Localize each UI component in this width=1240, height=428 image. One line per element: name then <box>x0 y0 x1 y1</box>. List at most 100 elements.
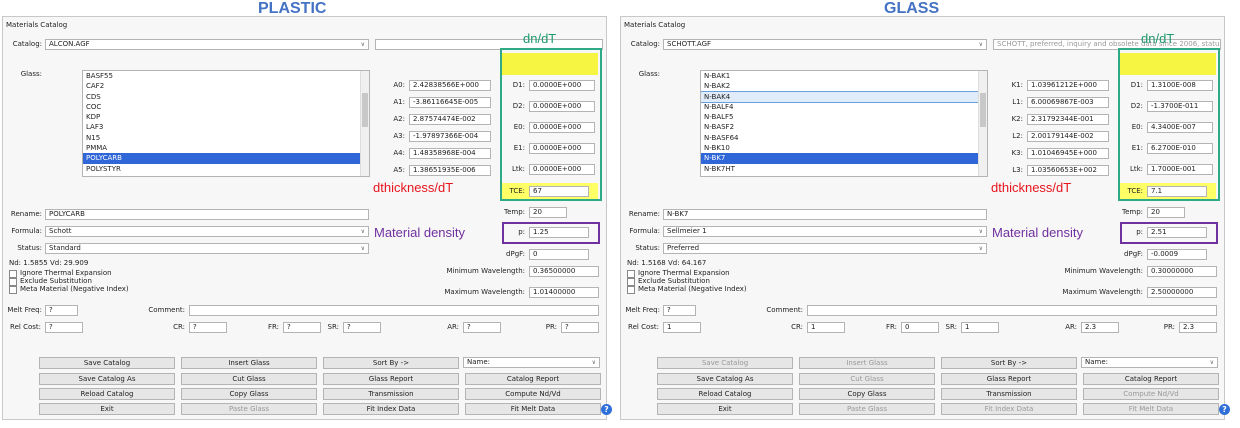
transmission-button[interactable]: Transmission <box>941 388 1077 400</box>
min-wavelength-field[interactable]: 0.36500000 <box>529 266 599 277</box>
save-catalog-as-button[interactable]: Save Catalog As <box>39 373 175 385</box>
option-checkbox[interactable] <box>627 278 635 286</box>
paste-glass-button[interactable]: Paste Glass <box>181 403 317 415</box>
rename-field[interactable]: POLYCARB <box>45 209 369 220</box>
coefficient-field[interactable]: -3.86116645E-005 <box>409 97 491 108</box>
formula-select[interactable]: Schott <box>45 226 369 237</box>
coefficient-field[interactable]: 1.48358968E-004 <box>409 148 491 159</box>
coefficient-field[interactable]: 2.31792344E-001 <box>1027 114 1109 125</box>
coefficient-field[interactable]: 6.00069867E-003 <box>1027 97 1109 108</box>
save-catalog-button[interactable]: Save Catalog <box>39 357 175 369</box>
glass-list-item[interactable]: CAF2 <box>83 81 369 91</box>
glass-list-item[interactable]: COC <box>83 102 369 112</box>
glass-list-item[interactable]: BASF55 <box>83 71 369 81</box>
density-field[interactable]: 2.51 <box>1147 227 1207 238</box>
fit-melt-data-button[interactable]: Fit Melt Data <box>465 403 601 415</box>
glass-list-item[interactable]: N-BASF2 <box>701 122 987 132</box>
fit-index-data-button[interactable]: Fit Index Data <box>323 403 459 415</box>
glass-report-button[interactable]: Glass Report <box>323 373 459 385</box>
option-checkbox[interactable] <box>9 286 17 294</box>
coefficient-field[interactable]: 2.87574474E-002 <box>409 114 491 125</box>
glass-list-item[interactable]: N-BK10 <box>701 143 987 153</box>
coefficient-field[interactable]: 1.01046945E+000 <box>1027 148 1109 159</box>
glass-list[interactable]: BASF55 CAF2 CDS COC KDP LAF3 N15 PMMA POLYCARB PO… <box>82 70 370 177</box>
coefficient-field[interactable]: 1.03560653E+002 <box>1027 165 1109 176</box>
melt-freq-field[interactable]: ? <box>663 305 696 316</box>
exit-button[interactable]: Exit <box>39 403 175 415</box>
save-catalog-as-button[interactable]: Save Catalog As <box>657 373 793 385</box>
glass-list-item[interactable]: POLYCARB <box>83 153 369 164</box>
transmission-button[interactable]: Transmission <box>323 388 459 400</box>
reload-catalog-button[interactable]: Reload Catalog <box>39 388 175 400</box>
sort-by-button[interactable]: Sort By -> <box>941 357 1077 369</box>
glass-list-item[interactable]: PMMA <box>83 143 369 153</box>
cost-field[interactable]: 1 <box>807 322 845 333</box>
glass-list-item[interactable]: N-BAK1 <box>701 71 987 81</box>
glass-list-item[interactable]: N-BAK4 <box>701 90 987 103</box>
copy-glass-button[interactable]: Copy Glass <box>799 388 935 400</box>
coefficient-field[interactable]: -1.97897366E-004 <box>409 131 491 142</box>
status-select[interactable]: Preferred <box>663 243 987 254</box>
sort-by-select[interactable]: Name: <box>1081 357 1218 368</box>
glass-list-item[interactable]: LAF3 <box>83 122 369 132</box>
glass-list-item[interactable]: POLYSTYR <box>83 164 369 174</box>
insert-glass-button[interactable]: Insert Glass <box>181 357 317 369</box>
dpgf-field[interactable]: -0.0009 <box>1147 249 1207 260</box>
glass-list-item[interactable]: N-BAK2 <box>701 81 987 91</box>
status-select[interactable]: Standard <box>45 243 369 254</box>
cost-field[interactable]: ? <box>343 322 381 333</box>
glass-list-item[interactable]: N-BALF4 <box>701 102 987 112</box>
sort-by-select[interactable]: Name: <box>463 357 600 368</box>
comment-field[interactable] <box>189 305 599 316</box>
cut-glass-button[interactable]: Cut Glass <box>181 373 317 385</box>
reload-catalog-button[interactable]: Reload Catalog <box>657 388 793 400</box>
cost-field[interactable]: ? <box>45 322 83 333</box>
dpgf-field[interactable]: 0 <box>529 249 589 260</box>
help-icon[interactable]: ? <box>601 404 612 415</box>
cost-field[interactable]: 2.3 <box>1081 322 1119 333</box>
density-field[interactable]: 1.25 <box>529 227 589 238</box>
fit-melt-data-button[interactable]: Fit Melt Data <box>1083 403 1219 415</box>
option-checkbox[interactable] <box>627 270 635 278</box>
coefficient-field[interactable]: 1.38651935E-006 <box>409 165 491 176</box>
option-checkbox[interactable] <box>627 286 635 294</box>
glass-list-scrollbar[interactable] <box>978 71 987 176</box>
catalog-select[interactable]: ALCON.AGF <box>45 39 369 50</box>
melt-freq-field[interactable]: ? <box>45 305 78 316</box>
catalog-select[interactable]: SCHOTT.AGF <box>663 39 987 50</box>
fit-index-data-button[interactable]: Fit Index Data <box>941 403 1077 415</box>
compute-nd-vd-button[interactable]: Compute Nd/Vd <box>1083 388 1219 400</box>
exit-button[interactable]: Exit <box>657 403 793 415</box>
option-checkbox[interactable] <box>9 270 17 278</box>
glass-list-item[interactable]: KDP <box>83 112 369 122</box>
coefficient-field[interactable]: 1.03961212E+000 <box>1027 80 1109 91</box>
cut-glass-button[interactable]: Cut Glass <box>799 373 935 385</box>
max-wavelength-field[interactable]: 2.50000000 <box>1147 287 1217 298</box>
cost-field[interactable]: ? <box>189 322 227 333</box>
glass-list-item[interactable]: N-BK7 <box>701 153 987 164</box>
insert-glass-button[interactable]: Insert Glass <box>799 357 935 369</box>
glass-list-item[interactable]: N15 <box>83 133 369 143</box>
glass-list-item[interactable]: CDS <box>83 92 369 102</box>
temp-field[interactable]: 20 <box>1147 207 1185 218</box>
sort-by-button[interactable]: Sort By -> <box>323 357 459 369</box>
cost-field[interactable]: 1 <box>961 322 999 333</box>
glass-list-item[interactable]: N-BASF64 <box>701 133 987 143</box>
option-checkbox[interactable] <box>9 278 17 286</box>
glass-list-item[interactable]: N-BK7HT <box>701 164 987 174</box>
temp-field[interactable]: 20 <box>529 207 567 218</box>
save-catalog-button[interactable]: Save Catalog <box>657 357 793 369</box>
glass-list-item[interactable]: N-BALF5 <box>701 112 987 122</box>
glass-list-scrollbar[interactable] <box>360 71 369 176</box>
rename-field[interactable]: N-BK7 <box>663 209 987 220</box>
cost-field[interactable]: ? <box>463 322 501 333</box>
formula-select[interactable]: Sellmeier 1 <box>663 226 987 237</box>
max-wavelength-field[interactable]: 1.01400000 <box>529 287 599 298</box>
cost-field[interactable]: 2.3 <box>1179 322 1217 333</box>
copy-glass-button[interactable]: Copy Glass <box>181 388 317 400</box>
paste-glass-button[interactable]: Paste Glass <box>799 403 935 415</box>
glass-list[interactable]: N-BAK1 N-BAK2 N-BAK4 N-BALF4 N-BALF5 N-BASF2 N… <box>700 70 988 177</box>
min-wavelength-field[interactable]: 0.30000000 <box>1147 266 1217 277</box>
compute-nd-vd-button[interactable]: Compute Nd/Vd <box>465 388 601 400</box>
glass-report-button[interactable]: Glass Report <box>941 373 1077 385</box>
